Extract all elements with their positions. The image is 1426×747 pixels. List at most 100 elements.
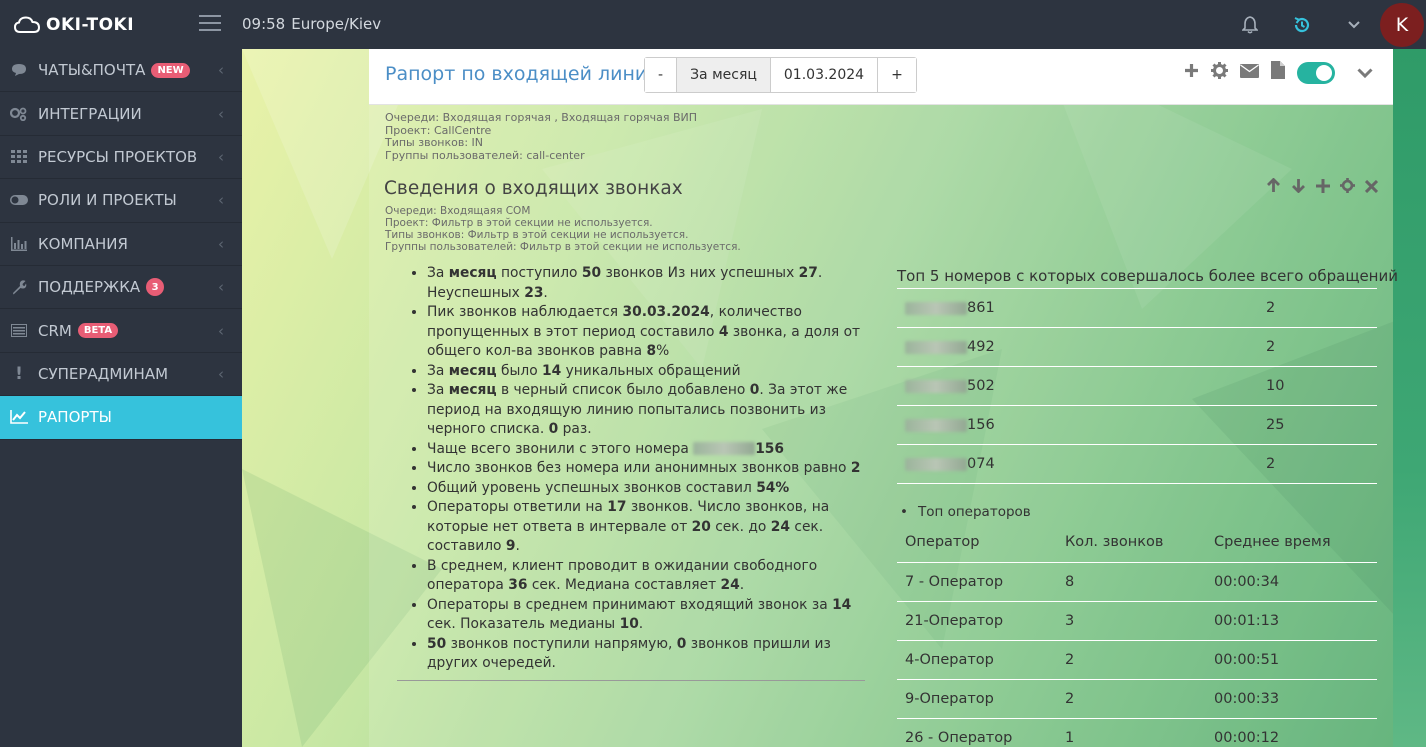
- list-item: Общий уровень успешных звонков составил …: [427, 479, 865, 499]
- list-item: Операторы ответили на 17 звонков. Число …: [427, 498, 865, 557]
- table-row: 7 - Оператор 8 00:00:34: [897, 562, 1377, 602]
- stats-list: За месяц поступило 50 звонков Из них усп…: [397, 264, 865, 681]
- document-icon[interactable]: [1271, 61, 1285, 84]
- table-row: 156 25: [897, 405, 1377, 445]
- exclamation-icon: !: [15, 363, 23, 384]
- plus-icon[interactable]: [1316, 178, 1330, 197]
- filter-queues: Очереди: Входящая горячая , Входящая гор…: [385, 111, 698, 124]
- close-icon[interactable]: [1364, 178, 1379, 197]
- table-row: 502 10: [897, 366, 1377, 406]
- sidebar-item-label: КОМПАНИЯ: [38, 234, 128, 253]
- sidebar-item-label: РАПОРТЫ: [38, 408, 112, 427]
- arrow-down-icon[interactable]: [1291, 178, 1306, 197]
- sidebar-item-label: ПОДДЕРЖКА: [38, 278, 141, 297]
- sidebar-item-label: РОЛИ И ПРОЕКТЫ: [38, 191, 177, 210]
- section-filters: Очереди: Входящаяя COM Проект: Фильтр в …: [385, 205, 741, 253]
- sidebar-item-label: РЕСУРСЫ ПРОЕКТОВ: [38, 147, 198, 166]
- period-next-button[interactable]: +: [878, 58, 916, 92]
- table-row: 074 2: [897, 444, 1377, 484]
- masked-phone: [905, 457, 967, 471]
- auto-refresh-toggle[interactable]: [1297, 61, 1335, 84]
- gear-icon[interactable]: [1211, 61, 1228, 84]
- bell-icon[interactable]: [1224, 0, 1276, 49]
- chevron-left-icon: ‹: [218, 364, 224, 383]
- sidebar-item-label: СУПЕРАДМИНАМ: [38, 364, 169, 383]
- column-header: Среднее время: [1206, 523, 1377, 563]
- period-label[interactable]: За месяц: [677, 58, 771, 92]
- top-operators-label: Топ операторов: [900, 504, 1031, 520]
- sidebar-item-label: CRM: [38, 321, 72, 340]
- sidebar-item-label: ЧАТЫ&ПОЧТА: [38, 61, 146, 80]
- masked-phone: [905, 379, 967, 393]
- filter-queues: Очереди: Входящаяя COM: [385, 205, 531, 217]
- list-item: В среднем, клиент проводит в ожидании св…: [427, 557, 865, 596]
- top-bar: OKI-TOKI 09:58 Europe/Kiev K: [0, 0, 1426, 49]
- table-row: 21-Оператор 3 00:01:13: [897, 601, 1377, 641]
- chevron-left-icon: ‹: [218, 321, 224, 340]
- new-badge: NEW: [151, 62, 190, 78]
- right-strip: [1393, 49, 1426, 747]
- chevron-left-icon: ‹: [218, 104, 224, 123]
- sidebar-item-label: ИНТЕГРАЦИИ: [38, 104, 142, 123]
- list-item: За месяц в черный список было добавлено …: [427, 381, 865, 440]
- chevron-down-icon[interactable]: [1328, 0, 1380, 49]
- list-item: Пик звонков наблюдается 30.03.2024, коли…: [427, 303, 865, 362]
- menu-toggle-button[interactable]: [199, 15, 221, 33]
- toggle-icon: [10, 192, 28, 208]
- list-icon: [10, 323, 28, 339]
- filter-call-types: Типы звонков: IN: [385, 136, 484, 149]
- report-header: Рапорт по входящей линии - За месяц 01.0…: [369, 49, 1393, 105]
- count-badge: 3: [146, 278, 165, 297]
- chevron-left-icon: ‹: [218, 61, 224, 80]
- chevron-left-icon: ‹: [218, 234, 224, 253]
- beta-badge: BETA: [77, 323, 119, 339]
- column-header: Оператор: [897, 523, 1057, 563]
- sidebar-item-reports[interactable]: РАПОРТЫ: [0, 396, 242, 440]
- gear-icon[interactable]: [1340, 178, 1355, 197]
- app-name: OKI-TOKI: [46, 14, 135, 35]
- table-row: 492 2: [897, 327, 1377, 367]
- sidebar-item-superadmin[interactable]: ! СУПЕРАДМИНАМ ‹: [0, 353, 242, 397]
- sidebar-item-company[interactable]: КОМПАНИЯ ‹: [0, 223, 242, 266]
- sidebar-item-support[interactable]: ПОДДЕРЖКА 3 ‹: [0, 266, 242, 310]
- avatar[interactable]: K: [1380, 2, 1424, 47]
- list-item: За месяц было 14 уникальных обращений: [427, 362, 865, 382]
- filter-user-groups: Группы пользователей: call-center: [385, 148, 585, 162]
- filter-user-groups: Группы пользователей: Фильтр в этой секц…: [385, 241, 741, 253]
- current-time: 09:58: [242, 15, 286, 33]
- list-item: Число звонков без номера или анонимных з…: [427, 459, 865, 479]
- sidebar-item-crm[interactable]: CRM BETA ‹: [0, 309, 242, 353]
- filter-project: Проект: Фильтр в этой секции не использу…: [385, 217, 653, 229]
- plus-icon[interactable]: [1184, 63, 1199, 83]
- arrow-up-icon[interactable]: [1266, 177, 1281, 197]
- report-filters: Очереди: Входящая горячая , Входящая гор…: [385, 111, 698, 162]
- operators-table: Оператор Кол. звонков Среднее время 7 - …: [897, 523, 1377, 747]
- list-item: 50 звонков поступили напрямую, 0 звонков…: [427, 635, 865, 674]
- filter-call-types: Типы звонков: Фильтр в этой секции не ис…: [385, 229, 689, 241]
- period-prev-button[interactable]: -: [645, 58, 678, 92]
- sidebar-item-integrations[interactable]: ИНТЕГРАЦИИ ‹: [0, 92, 242, 136]
- timezone: Europe/Kiev: [291, 15, 382, 33]
- sidebar: ЧАТЫ&ПОЧТА NEW ‹ ИНТЕГРАЦИИ ‹ РЕСУРСЫ ПР…: [0, 49, 242, 747]
- table-row: 861 2: [897, 288, 1377, 328]
- chevron-down-icon[interactable]: [1357, 63, 1373, 83]
- cloud-icon: [14, 15, 40, 33]
- history-icon[interactable]: [1276, 0, 1328, 49]
- page-title: Рапорт по входящей линии: [385, 63, 660, 85]
- top5-table: 861 2 492 2 502 10 156 25 074 2: [897, 288, 1377, 484]
- masked-phone: [693, 442, 756, 455]
- column-header: Кол. звонков: [1057, 523, 1206, 563]
- list-item: Операторы в среднем принимают входящий з…: [427, 596, 865, 635]
- gears-icon: [10, 106, 28, 122]
- sidebar-item-chats[interactable]: ЧАТЫ&ПОЧТА NEW ‹: [0, 49, 242, 93]
- period-date-input[interactable]: 01.03.2024: [770, 58, 879, 92]
- list-item: Чаще всего звонили с этого номера 156: [427, 440, 865, 460]
- envelope-icon[interactable]: [1240, 63, 1259, 83]
- sidebar-item-roles[interactable]: РОЛИ И ПРОЕКТЫ ‹: [0, 179, 242, 223]
- clock: 09:58 Europe/Kiev: [242, 15, 387, 33]
- grid-icon: [10, 149, 28, 165]
- chevron-left-icon: ‹: [218, 147, 224, 166]
- sidebar-item-resources[interactable]: РЕСУРСЫ ПРОЕКТОВ ‹: [0, 136, 242, 180]
- bar-chart-icon: [10, 236, 28, 252]
- masked-phone: [905, 418, 967, 432]
